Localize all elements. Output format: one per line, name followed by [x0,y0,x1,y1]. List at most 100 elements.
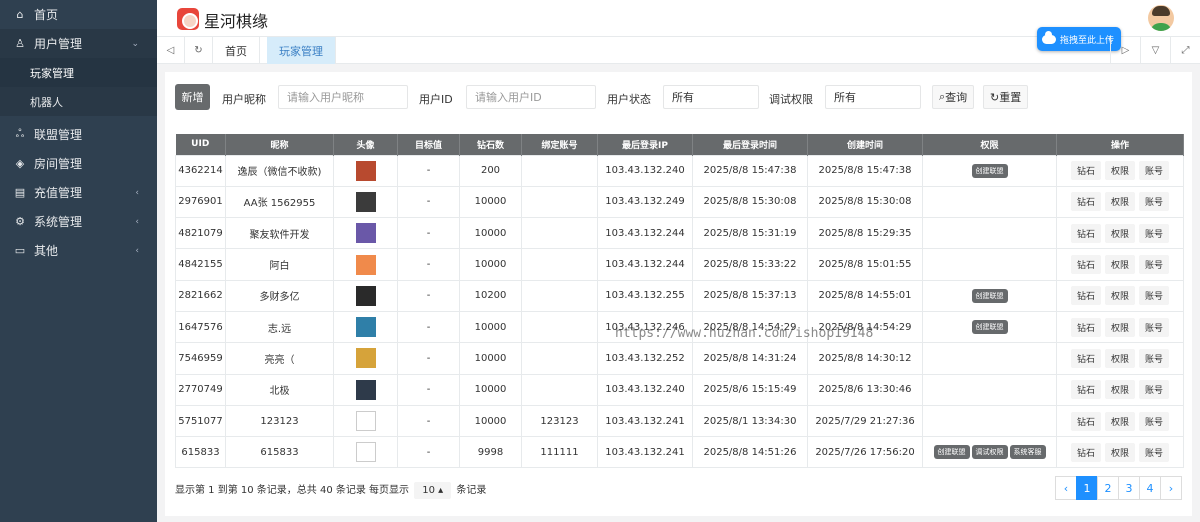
players-table: UID 昵称 头像 目标值 钻石数 绑定账号 最后登录IP 最后登录时间 创建时间 权限 操作 43… [175,134,1184,469]
target-cell: - [397,342,460,375]
diamonds-button[interactable]: 钻石 [1070,192,1101,212]
status-select[interactable]: 所有 [663,85,759,109]
last-login-cell: 2025/8/1 13:34:30 [692,404,808,438]
permissions-button[interactable]: 权限 [1104,255,1135,275]
tab-scroll-left-button[interactable]: ◁ [157,37,185,64]
avatar-image [355,285,376,306]
sidebar-item-room-mgmt[interactable]: ◈ 房间管理 [0,149,157,178]
actions-cell: 钻石 权限 账号 [1056,279,1184,312]
permissions-button[interactable]: 权限 [1104,442,1135,462]
diamonds-button[interactable]: 钻石 [1070,255,1101,275]
account-button[interactable]: 账号 [1139,192,1170,212]
diamonds-button[interactable]: 钻石 [1070,411,1101,431]
column-header: 昵称 [225,134,334,155]
bind-account-cell [521,310,598,344]
refresh-button[interactable]: ↻ [185,37,213,64]
tab-menu-button[interactable]: ▽ [1140,37,1170,64]
permissions-button[interactable]: 权限 [1104,411,1135,431]
diamonds-button[interactable]: 钻石 [1070,348,1101,368]
permissions-button[interactable]: 权限 [1104,380,1135,400]
nickname-cell: 多财多亿 [225,279,334,312]
account-button[interactable]: 账号 [1139,317,1170,337]
chevron-down-icon: ⌄ [131,38,139,49]
account-button[interactable]: 账号 [1139,380,1170,400]
column-header: 创建时间 [807,134,923,155]
page-size-select[interactable]: 10 ▴ [414,482,452,499]
permissions-button[interactable]: 权限 [1104,348,1135,368]
sidebar-item-other[interactable]: ▭ 其他 ‹ [0,236,157,265]
permissions-cell: 创建联盟 [922,154,1057,187]
chevron-left-icon: ‹ [135,216,139,227]
account-button[interactable]: 账号 [1139,348,1170,368]
column-header: UID [175,134,226,155]
user-avatar[interactable] [1148,5,1174,31]
sidebar-item-system-mgmt[interactable]: ⚙ 系统管理 ‹ [0,207,157,236]
permissions-button[interactable]: 权限 [1104,286,1135,306]
permissions-button[interactable]: 权限 [1104,317,1135,337]
last-ip-cell: 103.43.132.252 [597,342,693,375]
account-button[interactable]: 账号 [1139,442,1170,462]
sidebar-item-recharge-mgmt[interactable]: ▤ 充值管理 ‹ [0,178,157,207]
table-row: 4362214 逸辰（微信不收款) -200 103.43.132.240 2025/8… [175,154,1184,187]
diamonds-button[interactable]: 钻石 [1070,317,1101,337]
last-ip-cell: 103.43.132.246 [597,310,693,344]
sidebar-item-home[interactable]: ⌂ 首页 [0,0,157,29]
uid-cell: 5751077 [175,404,226,438]
bind-account-cell [521,248,598,281]
query-button[interactable]: ⌕ 查询 [932,85,975,109]
uid-cell: 7546959 [175,342,226,375]
page-button[interactable]: 3 [1118,476,1140,500]
server-icon: ▤ [14,186,26,199]
avatar-cell [333,436,398,469]
diamonds-button[interactable]: 钻石 [1070,442,1101,462]
uid-cell: 2821662 [175,279,226,312]
account-button[interactable]: 账号 [1139,286,1170,306]
nickname-cell: 北极 [225,373,334,406]
tab-players[interactable]: 玩家管理 [267,37,336,64]
diamonds-button[interactable]: 钻石 [1070,161,1101,181]
uid-cell: 2976901 [175,185,226,219]
page-button[interactable]: 4 [1139,476,1161,500]
uid-input[interactable]: 请输入用户ID [466,85,596,109]
permissions-button[interactable]: 权限 [1104,223,1135,243]
created-cell: 2025/8/8 15:01:55 [807,248,923,281]
sidebar-item-robot[interactable]: 机器人 [0,87,157,116]
sidebar-item-user-mgmt[interactable]: ♙ 用户管理 ⌄ [0,29,157,58]
nickname-input[interactable]: 请输入用户昵称 [278,85,408,109]
account-button[interactable]: 账号 [1139,161,1170,181]
diamonds-cell: 10000 [459,248,522,281]
debug-select[interactable]: 所有 [825,85,921,109]
diamonds-button[interactable]: 钻石 [1070,380,1101,400]
fullscreen-button[interactable]: ⤢ [1170,37,1200,64]
permissions-cell [922,373,1057,406]
pagination: ‹ 1 2 3 4 › [1055,476,1182,500]
page-button[interactable]: 1 [1076,476,1098,500]
account-button[interactable]: 账号 [1139,411,1170,431]
sidebar-item-player-mgmt[interactable]: 玩家管理 [0,58,157,87]
add-button[interactable]: 新增 [175,84,210,110]
reset-button[interactable]: ↻ 重置 [983,85,1029,109]
column-header: 最后登录时间 [692,134,808,155]
cloud-icon [1042,30,1056,44]
created-cell: 2025/8/8 15:47:38 [807,154,923,187]
permission-badge: 创建联盟 [971,163,1008,178]
page-button[interactable]: 2 [1097,476,1119,500]
diamonds-cell: 200 [459,154,522,187]
account-button[interactable]: 账号 [1139,223,1170,243]
tab-home[interactable]: 首页 [213,37,260,64]
sidebar-item-league-mgmt[interactable]: ஃ 联盟管理 [0,120,157,149]
next-page-button[interactable]: › [1160,476,1182,500]
last-ip-cell: 103.43.132.240 [597,154,693,187]
diamonds-button[interactable]: 钻石 [1070,286,1101,306]
column-header: 操作 [1056,134,1184,155]
actions-cell: 钻石 权限 账号 [1056,248,1184,281]
permissions-cell [922,404,1057,438]
tab-scroll-right-button[interactable]: ▷ [1110,37,1140,64]
account-button[interactable]: 账号 [1139,255,1170,275]
prev-page-button[interactable]: ‹ [1055,476,1077,500]
permissions-button[interactable]: 权限 [1104,161,1135,181]
permissions-button[interactable]: 权限 [1104,192,1135,212]
diamonds-button[interactable]: 钻石 [1070,223,1101,243]
upload-badge[interactable]: 拖拽至此上传 [1037,27,1121,51]
pagination-info: 显示第 1 到第 10 条记录，总共 40 条记录 每页显示 10 ▴ 条记录 [175,481,486,499]
